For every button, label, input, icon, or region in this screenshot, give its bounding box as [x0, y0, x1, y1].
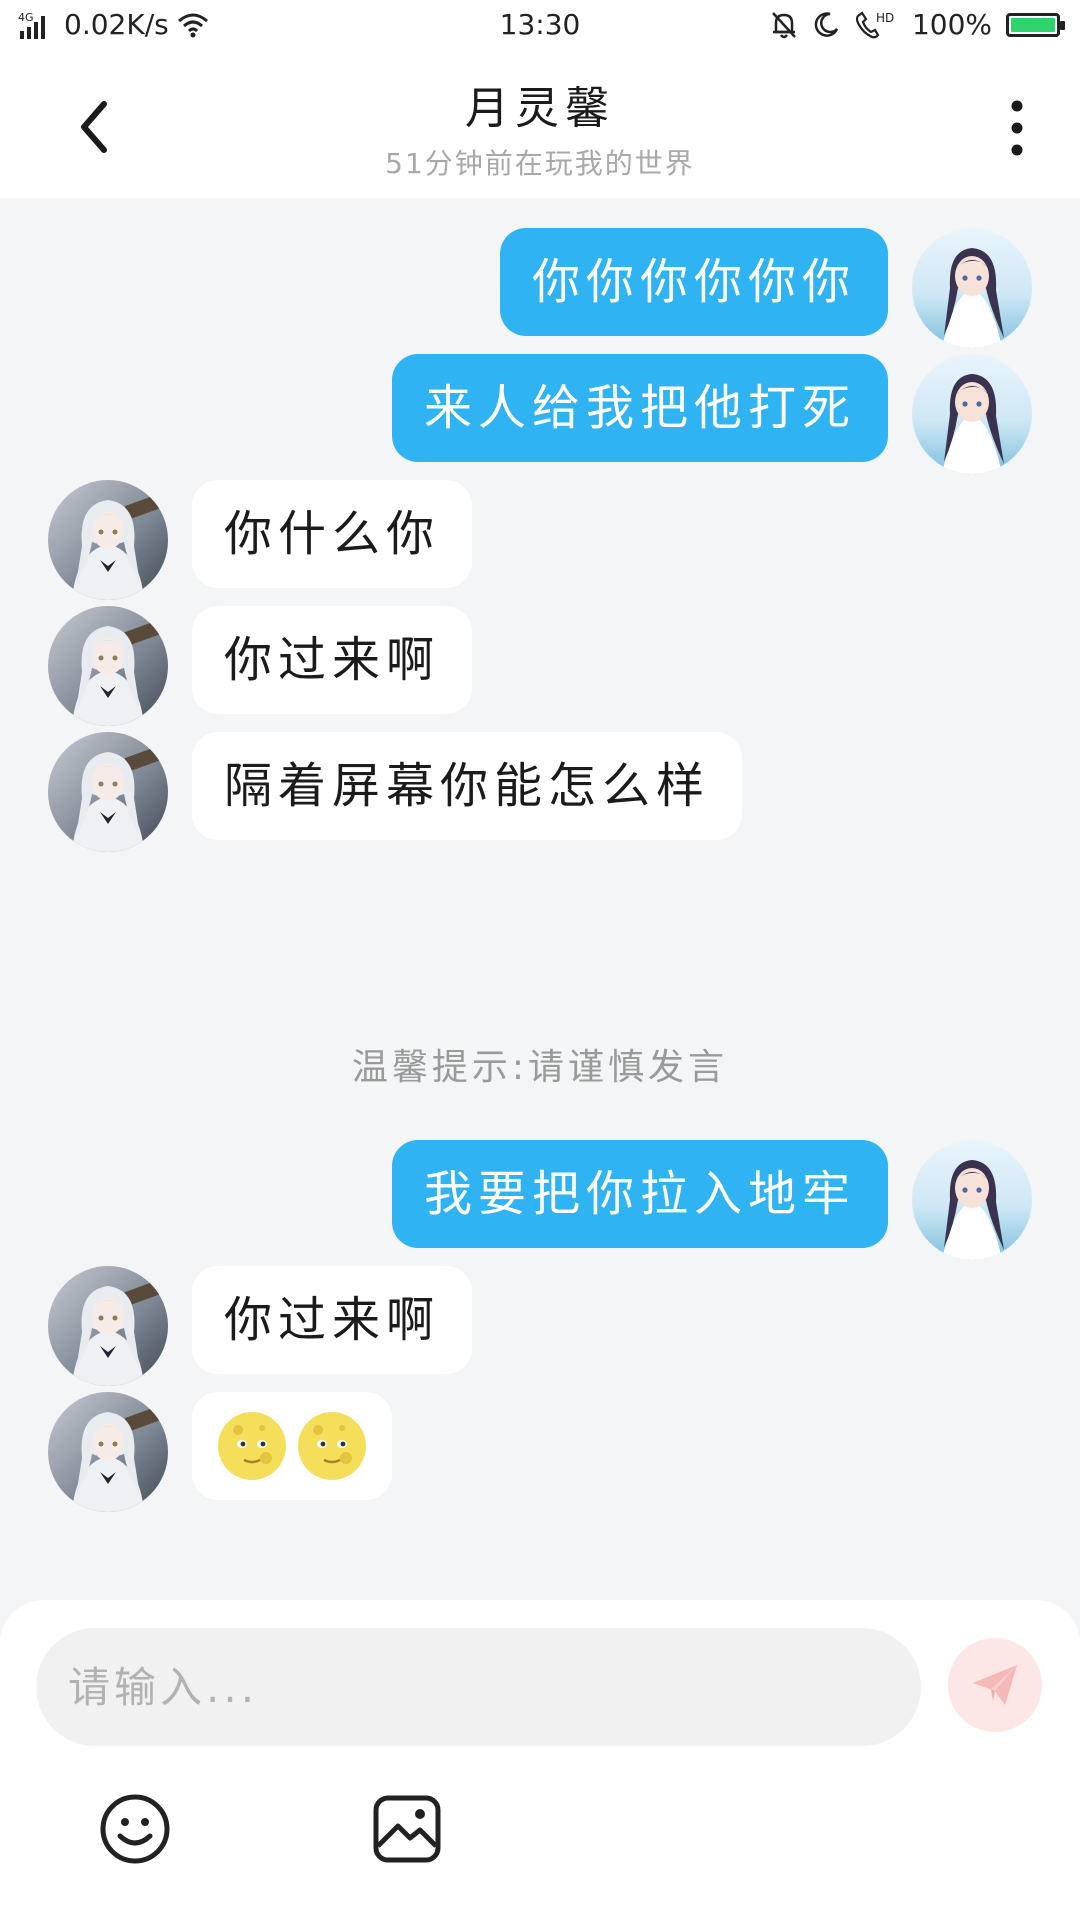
my-avatar[interactable]: [912, 354, 1032, 474]
contact-avatar[interactable]: [48, 1392, 168, 1512]
paper-plane-icon: [973, 1665, 1017, 1705]
message-bubble-outgoing[interactable]: 我要把你拉入地牢: [391, 1140, 888, 1248]
message-input[interactable]: [36, 1628, 921, 1746]
message-row: 你你你你你你: [0, 228, 1080, 348]
message-bubble-emoji[interactable]: [192, 1392, 392, 1500]
my-avatar[interactable]: [912, 228, 1032, 348]
message-row: 你什么你: [0, 480, 1080, 600]
chat-header: 月灵馨 51分钟前在玩我的世界: [0, 52, 1080, 198]
chat-area[interactable]: 你你你你你你 来人给我把他打死 你什么你 你过来啊 隔着屏幕你能怎么样 温馨提示…: [0, 198, 1080, 1600]
full-moon-face-icon: [298, 1412, 366, 1480]
send-button[interactable]: [948, 1638, 1042, 1732]
image-icon: [373, 1795, 441, 1863]
message-bubble-incoming[interactable]: 你过来啊: [192, 606, 473, 714]
message-row: 我要把你拉入地牢: [0, 1140, 1080, 1260]
hd-call-icon: HD: [855, 11, 894, 38]
system-notice: 温馨提示:请谨慎发言: [351, 1047, 729, 1088]
full-moon-face-icon: [218, 1412, 286, 1480]
message-row: 你过来啊: [0, 606, 1080, 726]
image-button[interactable]: [370, 1792, 444, 1866]
emoji-button[interactable]: [98, 1792, 172, 1866]
contact-status: 51分钟前在玩我的世界: [385, 147, 695, 180]
contact-avatar[interactable]: [48, 732, 168, 852]
message-bubble-outgoing[interactable]: 来人给我把他打死: [391, 354, 888, 462]
status-right: HD 100%: [770, 8, 1065, 41]
battery-percent: 100%: [911, 8, 992, 41]
contact-avatar[interactable]: [48, 1266, 168, 1386]
message-row: 来人给我把他打死: [0, 354, 1080, 474]
hd-label: HD: [876, 11, 894, 25]
battery-icon: [1006, 12, 1065, 37]
my-avatar[interactable]: [912, 1140, 1032, 1260]
moon-icon: [814, 11, 839, 37]
smiley-icon: [100, 1794, 170, 1864]
message-bubble-outgoing[interactable]: 你你你你你你: [499, 228, 888, 336]
bell-muted-icon: [772, 11, 796, 38]
contact-avatar[interactable]: [48, 480, 168, 600]
message-bubble-incoming[interactable]: 你过来啊: [192, 1266, 473, 1374]
battery-fill: [1011, 17, 1055, 32]
message-row: 你过来啊: [0, 1266, 1080, 1386]
more-vertical-icon: [1011, 100, 1023, 156]
message-row: 隔着屏幕你能怎么样: [0, 732, 1080, 852]
message-bubble-incoming[interactable]: 隔着屏幕你能怎么样: [192, 732, 743, 840]
status-bar: 4G 0.02K/s 13:30 HD 100%: [0, 0, 1080, 52]
more-options-button[interactable]: [1002, 96, 1032, 160]
contact-name: 月灵馨: [465, 83, 615, 134]
input-panel: [0, 1600, 1080, 1920]
message-bubble-incoming[interactable]: 你什么你: [192, 480, 473, 588]
contact-avatar[interactable]: [48, 606, 168, 726]
message-row: [0, 1392, 1080, 1512]
